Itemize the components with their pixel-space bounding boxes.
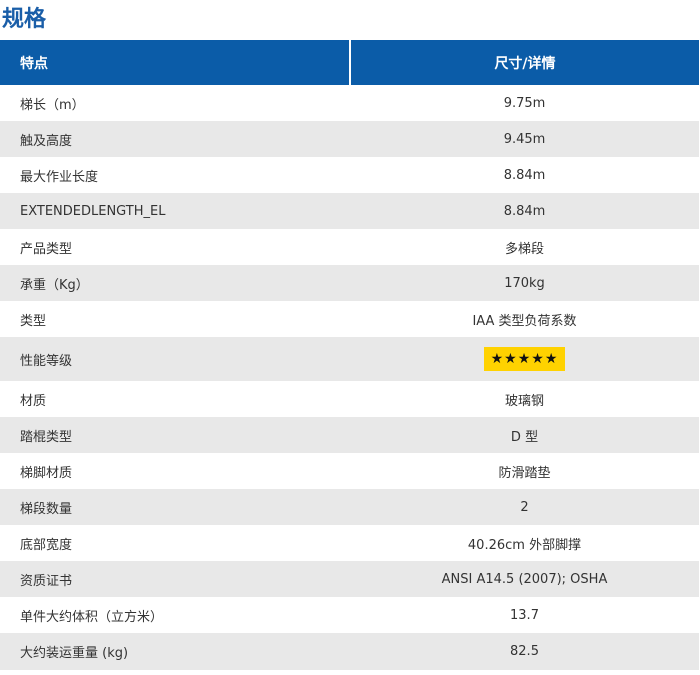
- row-value: 9.75m: [350, 85, 699, 121]
- row-value: 8.84m: [350, 157, 699, 193]
- row-value: 8.84m: [350, 193, 699, 229]
- table-row: 大约装运重量 (kg) 82.5: [0, 633, 699, 670]
- table-header-row: 特点 尺寸/详情: [0, 40, 699, 85]
- star-rating-badge: ★★★★★: [483, 347, 566, 371]
- table-row: 单件大约体积（立方米） 13.7: [0, 597, 699, 633]
- column-header-detail: 尺寸/详情: [350, 40, 699, 85]
- table-row: EXTENDEDLENGTH_EL 8.84m: [0, 193, 699, 229]
- row-label: 梯长（m）: [0, 85, 350, 121]
- table-row: 梯脚材质 防滑踏垫: [0, 453, 699, 489]
- row-value: 多梯段: [350, 229, 699, 265]
- row-value: 玻璃钢: [350, 381, 699, 417]
- row-value: D 型: [350, 417, 699, 453]
- column-header-feature: 特点: [0, 40, 351, 85]
- row-label: 类型: [0, 301, 350, 337]
- table-row: 最大作业长度 8.84m: [0, 157, 699, 193]
- row-label: 最大作业长度: [0, 157, 350, 193]
- row-label: EXTENDEDLENGTH_EL: [0, 193, 350, 229]
- row-label: 踏棍类型: [0, 417, 350, 453]
- table-row: 材质 玻璃钢: [0, 381, 699, 417]
- row-value: 82.5: [350, 633, 699, 670]
- table-row: 踏棍类型 D 型: [0, 417, 699, 453]
- table-row: 性能等级 ★★★★★: [0, 337, 699, 381]
- row-label: 性能等级: [0, 337, 350, 381]
- row-label: 梯段数量: [0, 489, 350, 525]
- row-value: 防滑踏垫: [350, 453, 699, 489]
- row-value: 9.45m: [350, 121, 699, 157]
- row-label: 触及高度: [0, 121, 350, 157]
- row-label: 材质: [0, 381, 350, 417]
- row-value: IAA 类型负荷系数: [350, 301, 699, 337]
- row-label: 底部宽度: [0, 525, 350, 561]
- row-label: 资质证书: [0, 561, 350, 597]
- table-row: 底部宽度 40.26cm 外部脚撑: [0, 525, 699, 561]
- table-row: 承重（Kg） 170kg: [0, 265, 699, 301]
- spec-table: 特点 尺寸/详情 梯长（m） 9.75m 触及高度 9.45m 最大作业长度 8…: [0, 40, 699, 670]
- row-value: ANSI A14.5 (2007); OSHA: [350, 561, 699, 597]
- row-label: 单件大约体积（立方米）: [0, 597, 350, 633]
- table-row: 梯长（m） 9.75m: [0, 85, 699, 121]
- table-row: 资质证书 ANSI A14.5 (2007); OSHA: [0, 561, 699, 597]
- row-label: 梯脚材质: [0, 453, 350, 489]
- table-row: 触及高度 9.45m: [0, 121, 699, 157]
- row-value: ★★★★★: [350, 337, 699, 381]
- row-label: 承重（Kg）: [0, 265, 350, 301]
- row-value: 170kg: [350, 265, 699, 301]
- row-label: 大约装运重量 (kg): [0, 633, 350, 670]
- table-row: 梯段数量 2: [0, 489, 699, 525]
- row-value: 2: [350, 489, 699, 525]
- row-label: 产品类型: [0, 229, 350, 265]
- row-value: 40.26cm 外部脚撑: [350, 525, 699, 561]
- table-row: 产品类型 多梯段: [0, 229, 699, 265]
- row-value: 13.7: [350, 597, 699, 633]
- page-title: 规格: [2, 7, 47, 32]
- table-row: 类型 IAA 类型负荷系数: [0, 301, 699, 337]
